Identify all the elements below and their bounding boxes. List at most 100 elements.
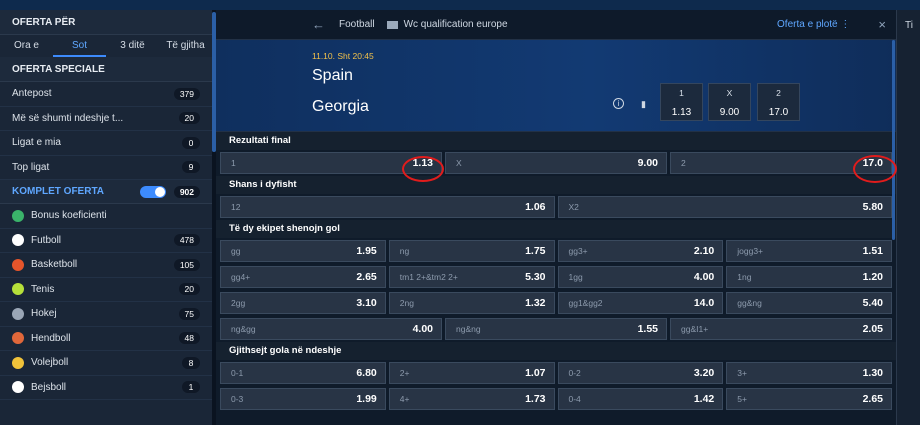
count-badge: 75 — [178, 307, 200, 320]
odd-value: 6.80 — [356, 367, 377, 379]
odd-button[interactable]: gg&I1+ 2.05 — [670, 318, 892, 340]
sidebar-item-label: Tenis — [31, 283, 55, 295]
tab-3-dite[interactable]: 3 ditë — [106, 35, 159, 57]
market-title: Të dy ekipet shenojn gol — [216, 220, 896, 238]
tab-ora-e[interactable]: Ora e — [0, 35, 53, 57]
odd-button[interactable]: ng 1.75 — [388, 240, 555, 262]
odd-value: 1.30 — [862, 367, 883, 379]
count-badge: 379 — [173, 87, 200, 100]
right-panel: Ti — [896, 10, 920, 425]
odd-key: 2ng — [399, 298, 414, 308]
odd-button[interactable]: X 9.00 — [445, 152, 667, 174]
odd-value: 1.07 — [525, 367, 546, 379]
sidebar-item-sport[interactable]: Volejboll 8 — [0, 351, 212, 376]
sidebar-item-sport[interactable]: Hokej 75 — [0, 302, 212, 327]
sport-icon — [12, 307, 24, 320]
sidebar-item-label: Top ligat — [12, 161, 50, 173]
odd-button[interactable]: 0-4 1.42 — [557, 388, 724, 410]
market-row: gg 1.95 ng 1.75 gg3+ 2.10 jogg3+ 1.51 — [216, 238, 896, 264]
odd-button[interactable]: X2 5.80 — [557, 196, 892, 218]
odd-key: 1 — [679, 88, 684, 98]
sidebar-item-sport[interactable]: Bonus koeficienti — [0, 204, 212, 229]
market-title: Shans i dyfisht — [216, 176, 896, 194]
sidebar-item-ligat-e-mia[interactable]: Ligat e mia 0 — [0, 131, 212, 156]
odd-button[interactable]: ng&ng 1.55 — [445, 318, 667, 340]
sidebar-item-antepost[interactable]: Antepost 379 — [0, 82, 212, 107]
sidebar-item-sport[interactable]: Basketboll 105 — [0, 253, 212, 278]
odd-button[interactable]: gg1&gg2 14.0 — [557, 292, 724, 314]
odd-button[interactable]: gg&ng 5.40 — [726, 292, 892, 314]
right-tab-label[interactable]: Ti — [905, 20, 913, 31]
odd-key: 1gg — [568, 272, 583, 282]
count-badge: 105 — [173, 258, 200, 271]
odd-button[interactable]: 0-1 6.80 — [220, 362, 386, 384]
back-arrow-icon[interactable]: ← — [312, 17, 325, 32]
komplet-oferta[interactable]: KOMPLET OFERTA 902 — [0, 180, 212, 204]
sidebar-item-label: Më së shumti ndeshje t... — [12, 112, 124, 124]
odd-key: gg — [231, 246, 241, 256]
close-icon[interactable]: × — [878, 17, 886, 32]
odd-value: 1.55 — [637, 323, 658, 335]
main-scrollbar[interactable] — [892, 40, 895, 240]
sidebar-item-label: Antepost — [12, 88, 52, 100]
market-row: ng&gg 4.00 ng&ng 1.55 gg&I1+ 2.05 — [216, 316, 896, 342]
sport-name: Football — [339, 19, 375, 30]
count-badge: 8 — [182, 356, 200, 369]
odd-button[interactable]: 0-2 3.20 — [557, 362, 724, 384]
odd-button[interactable]: 2ng 1.32 — [388, 292, 555, 314]
odd-button[interactable]: 4+ 1.73 — [388, 388, 555, 410]
hero-odd-1[interactable]: 1 1.13 — [660, 83, 703, 121]
sidebar-item-me-se-shumti[interactable]: Më së shumti ndeshje t... 20 — [0, 107, 212, 131]
market-row: 12 1.06 X2 5.80 — [216, 194, 896, 220]
odd-button[interactable]: jogg3+ 1.51 — [726, 240, 892, 262]
odd-button[interactable]: gg3+ 2.10 — [557, 240, 724, 262]
tab-sot[interactable]: Sot — [53, 35, 106, 57]
odd-key: gg1&gg2 — [568, 298, 603, 308]
odd-button[interactable]: tm1 2+&tm2 2+ 5.30 — [388, 266, 555, 288]
info-icon[interactable]: i — [613, 98, 624, 109]
oferta-per-title: OFERTA PËR — [0, 10, 212, 35]
odd-key: jogg3+ — [737, 246, 764, 256]
sidebar-item-top-ligat[interactable]: Top ligat 9 — [0, 156, 212, 180]
odd-button[interactable]: 1ng 1.20 — [726, 266, 892, 288]
odd-button[interactable]: 3+ 1.30 — [726, 362, 892, 384]
komplet-toggle[interactable] — [139, 185, 166, 198]
odd-button[interactable]: 12 1.06 — [220, 196, 555, 218]
odd-button[interactable]: 2+ 1.07 — [388, 362, 555, 384]
odd-value: 2.65 — [356, 271, 377, 283]
odd-button[interactable]: gg4+ 2.65 — [220, 266, 386, 288]
sidebar-item-label: Ligat e mia — [12, 137, 61, 149]
odd-value: 1.99 — [356, 393, 377, 405]
sport-icon — [12, 356, 24, 369]
odd-key: 2+ — [399, 368, 410, 378]
stats-icon[interactable]: ▮ — [641, 99, 646, 110]
odd-value: 1.32 — [525, 297, 546, 309]
sidebar: OFERTA PËR Ora e Sot 3 ditë Të gjitha OF… — [0, 10, 212, 425]
odd-value: 2.10 — [693, 245, 715, 257]
odd-button[interactable]: ng&gg 4.00 — [220, 318, 442, 340]
odd-key: 0-4 — [568, 394, 581, 404]
odd-key: tm1 2+&tm2 2+ — [399, 272, 458, 282]
sidebar-item-sport[interactable]: Hendboll 48 — [0, 327, 212, 351]
odd-value: 17.0 — [768, 107, 789, 118]
sidebar-item-sport[interactable]: Bejsboll 1 — [0, 376, 212, 400]
odd-button[interactable]: 1gg 4.00 — [557, 266, 724, 288]
odd-button[interactable]: 0-3 1.99 — [220, 388, 386, 410]
odd-key: 1ng — [737, 272, 752, 282]
odd-key: 0-3 — [231, 394, 244, 404]
odd-value: 1.51 — [862, 245, 883, 257]
odd-button[interactable]: 5+ 2.65 — [726, 388, 892, 410]
hero-odd-2[interactable]: 2 17.0 — [757, 83, 800, 121]
full-offer-link[interactable]: Oferta e plotë ⋮ — [777, 19, 850, 30]
tab-te-gjitha[interactable]: Të gjitha — [159, 35, 212, 57]
sport-icon — [12, 234, 24, 247]
odd-value: 5.40 — [862, 297, 883, 309]
highlight-circle-odd-1 — [402, 156, 444, 182]
odd-button[interactable]: gg 1.95 — [220, 240, 386, 262]
odd-button[interactable]: 2gg 3.10 — [220, 292, 386, 314]
hero-odd-x[interactable]: X 9.00 — [708, 83, 751, 121]
sidebar-item-sport[interactable]: Futboll 478 — [0, 229, 212, 253]
odd-value: 1.95 — [356, 245, 377, 257]
sidebar-item-sport[interactable]: Tenis 20 — [0, 278, 212, 302]
odd-value: 9.00 — [719, 107, 740, 118]
